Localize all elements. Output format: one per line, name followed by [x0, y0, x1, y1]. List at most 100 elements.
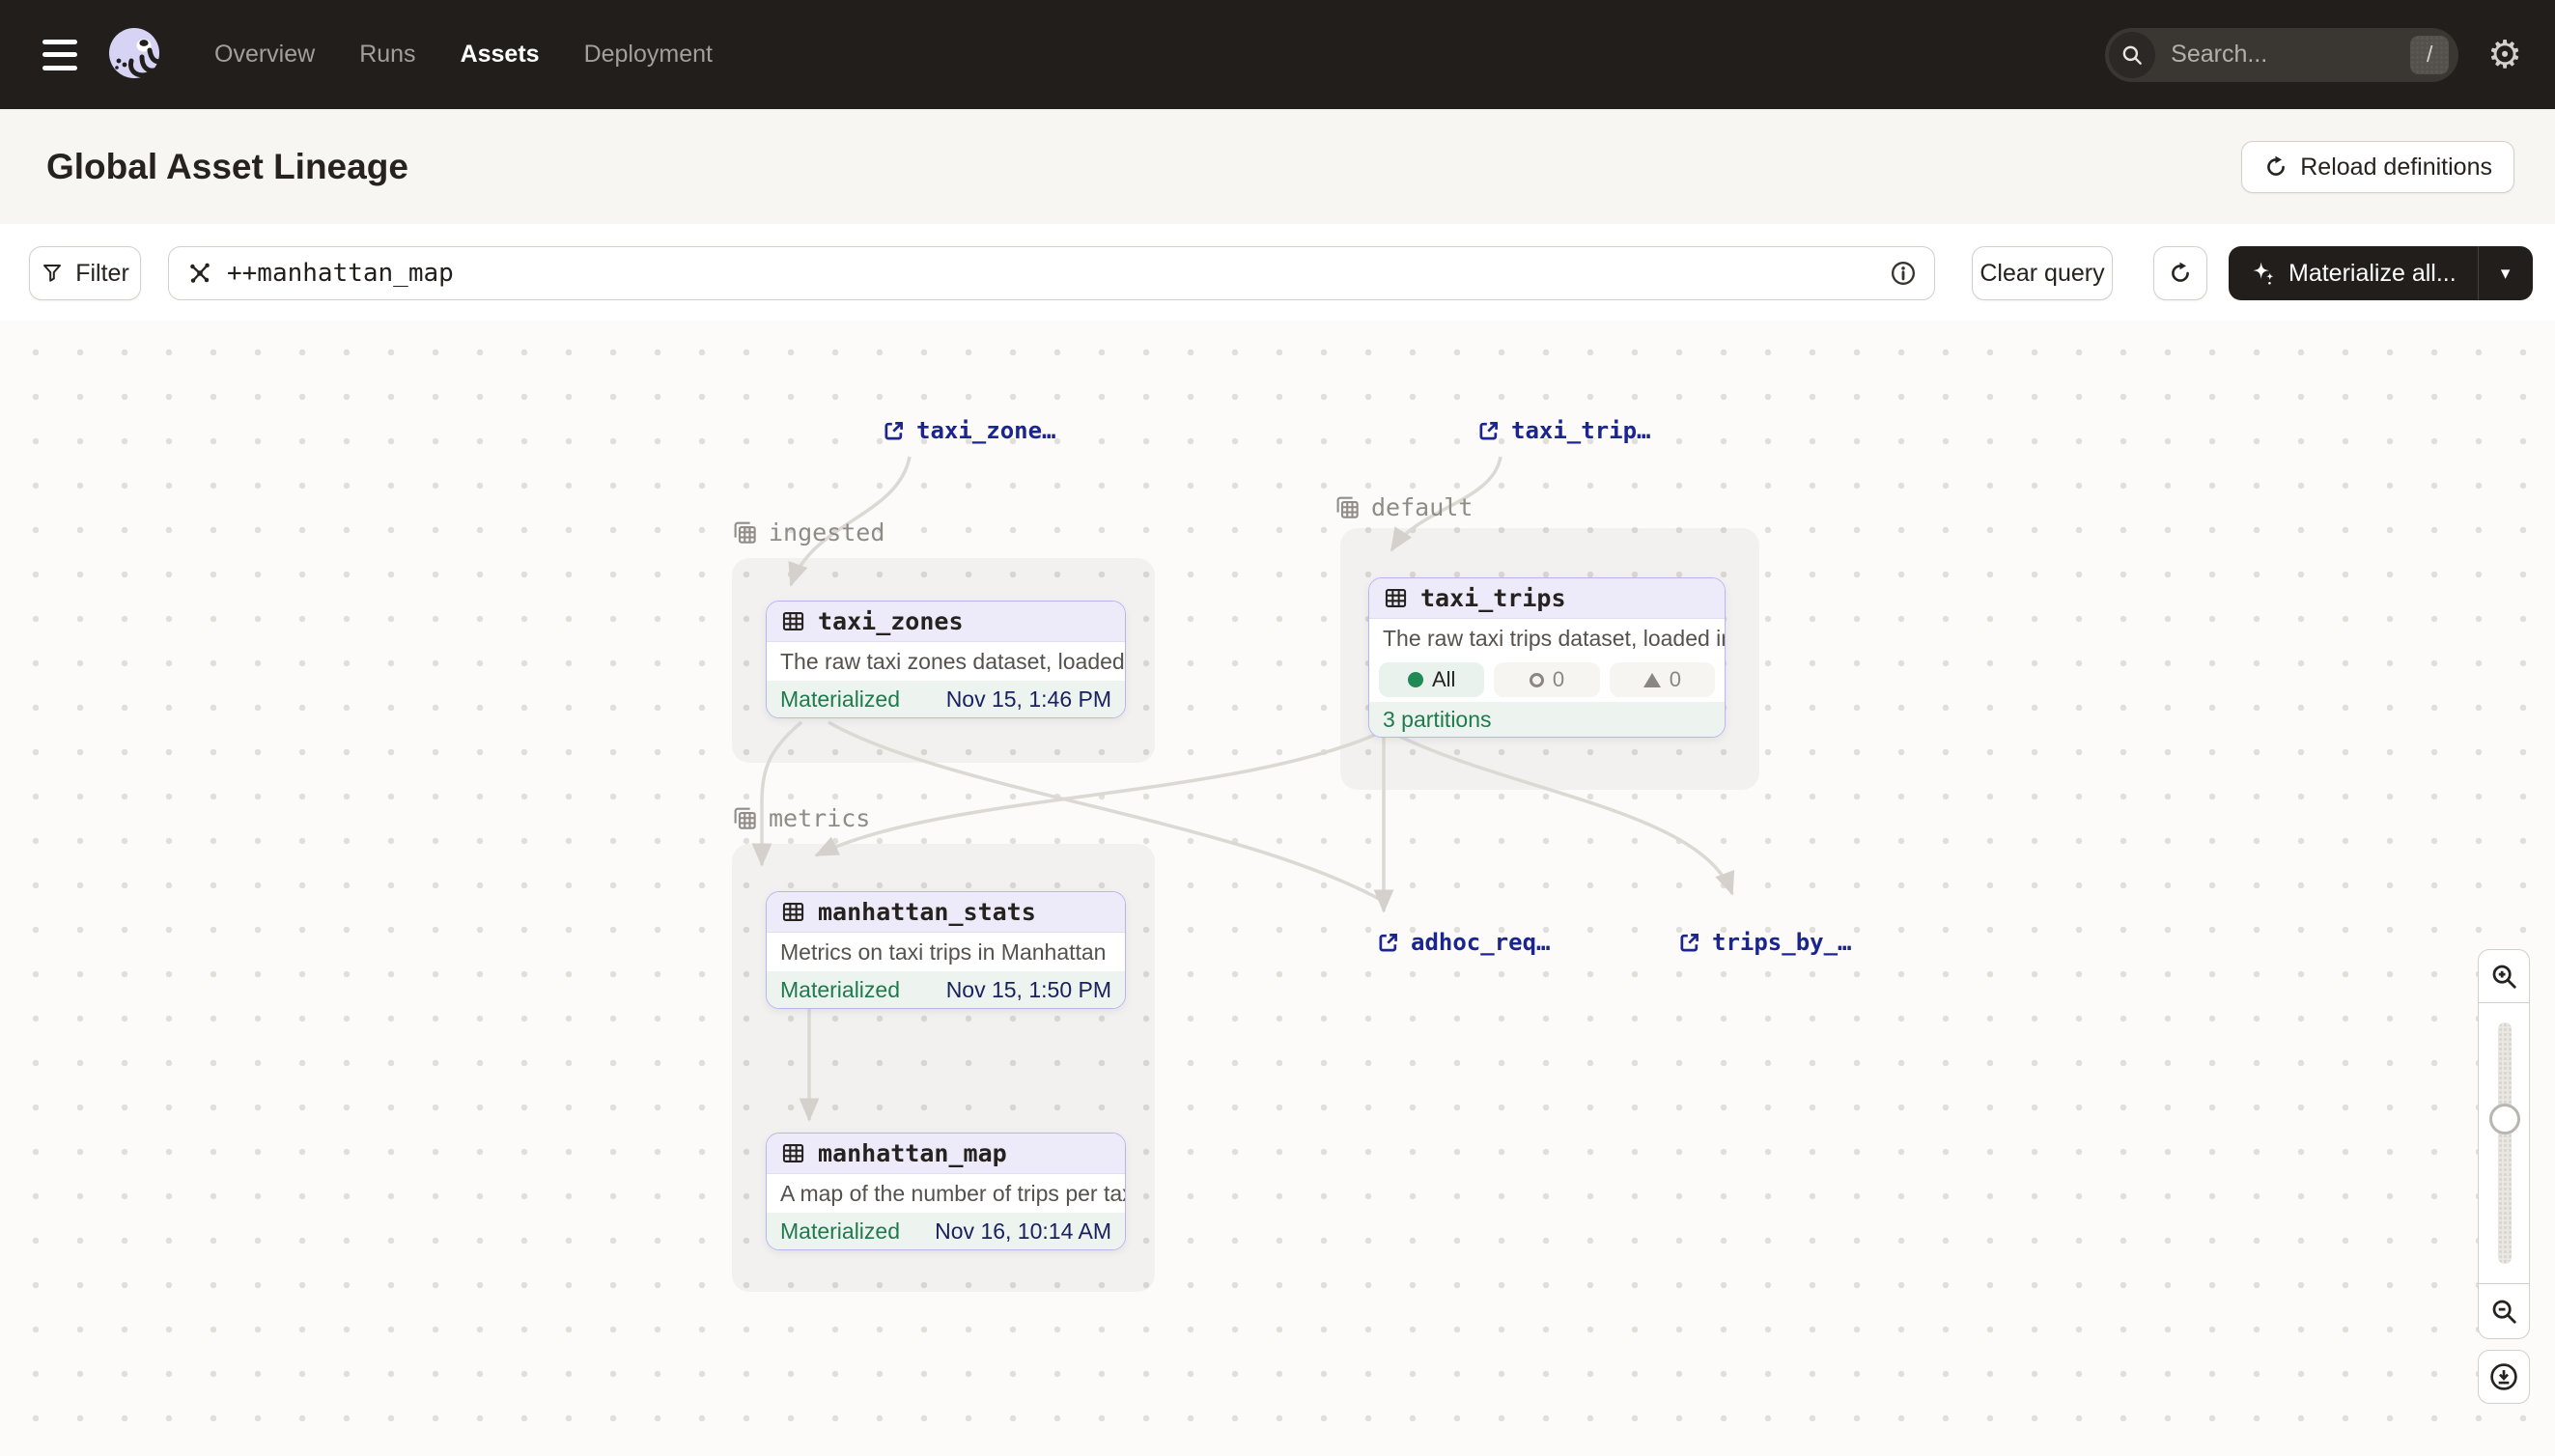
- materialize-all-button[interactable]: Materialize all...: [2229, 246, 2478, 300]
- nav-assets[interactable]: Assets: [461, 41, 540, 69]
- reload-icon: [2263, 154, 2288, 180]
- asset-node-header: manhattan_stats: [767, 892, 1125, 933]
- search-icon: [2109, 32, 2155, 78]
- query-info-icon[interactable]: [1890, 260, 1917, 287]
- materialize-split-button: Materialize all... ▾: [2229, 246, 2533, 300]
- zoom-controls: [2478, 949, 2530, 1339]
- asset-node-taxi-zones[interactable]: taxi_zones The raw taxi zones dataset, l…: [766, 601, 1126, 718]
- group-name: ingested: [769, 518, 884, 546]
- failed-count: 0: [1670, 667, 1681, 692]
- asset-name: manhattan_map: [818, 1139, 1007, 1167]
- external-asset-trips-by-week[interactable]: trips_by_…: [1676, 929, 1852, 956]
- menu-button[interactable]: [42, 40, 77, 70]
- group-label-default[interactable]: default: [1333, 492, 1473, 521]
- search-input[interactable]: Search... /: [2105, 28, 2458, 82]
- reload-definitions-button[interactable]: Reload definitions: [2241, 141, 2514, 193]
- nav-overview[interactable]: Overview: [214, 41, 315, 69]
- asset-description: Metrics on taxi trips in Manhattan: [767, 933, 1125, 971]
- filter-label: Filter: [75, 260, 129, 288]
- asset-description: The raw taxi zones dataset, loaded int..…: [767, 642, 1125, 681]
- asset-node-manhattan-stats[interactable]: manhattan_stats Metrics on taxi trips in…: [766, 891, 1126, 1009]
- asset-node-header: taxi_trips: [1369, 578, 1725, 619]
- zoom-out-icon: [2489, 1297, 2518, 1326]
- table-icon: [780, 608, 806, 634]
- group-name: default: [1371, 493, 1473, 521]
- external-link-icon: [1676, 930, 1702, 956]
- external-asset-label: trips_by_…: [1712, 929, 1852, 956]
- filter-funnel-icon: [41, 262, 64, 285]
- partition-health-row: All 0 0: [1369, 658, 1725, 702]
- group-table-icon: [1333, 492, 1362, 521]
- lineage-canvas[interactable]: ingested default metrics: [0, 321, 2555, 1456]
- zoom-slider-handle[interactable]: [2489, 1104, 2520, 1134]
- page-header: Global Asset Lineage Reload definitions: [0, 109, 2555, 225]
- materialized-count: All: [1432, 667, 1455, 692]
- lineage-edges: [0, 321, 2555, 1456]
- external-link-icon: [1475, 418, 1502, 444]
- lineage-toolbar: Filter ++manhattan_map Clear query: [0, 224, 2555, 322]
- external-asset-taxi-zones-file[interactable]: taxi_zone…: [881, 417, 1056, 444]
- clear-query-button[interactable]: Clear query: [1972, 246, 2113, 300]
- zoom-out-button[interactable]: [2478, 1283, 2530, 1339]
- partitions-failed-pill[interactable]: 0: [1610, 662, 1715, 697]
- refresh-icon: [2168, 261, 2193, 286]
- table-icon: [780, 899, 806, 925]
- asset-query-input[interactable]: ++manhattan_map: [168, 246, 1935, 300]
- asset-footer: Materialized Nov 15, 1:46 PM: [767, 681, 1125, 717]
- external-asset-taxi-trips-file[interactable]: taxi_trip…: [1475, 417, 1651, 444]
- nav-deployment[interactable]: Deployment: [584, 41, 713, 69]
- partitions-footer: 3 partitions: [1369, 702, 1725, 737]
- topbar: Overview Runs Assets Deployment Search..…: [0, 0, 2555, 109]
- page-title: Global Asset Lineage: [46, 147, 408, 187]
- external-asset-label: adhoc_req…: [1411, 929, 1551, 956]
- asset-name: taxi_zones: [818, 607, 964, 635]
- search-placeholder: Search...: [2171, 41, 2267, 69]
- zoom-in-button[interactable]: [2478, 949, 2530, 1003]
- zoom-slider: [2478, 1003, 2530, 1283]
- asset-name: taxi_trips: [1420, 584, 1566, 612]
- sparkle-icon: [2250, 260, 2277, 287]
- partitions-materialized-pill[interactable]: All: [1379, 662, 1484, 697]
- asset-node-manhattan-map[interactable]: manhattan_map A map of the number of tri…: [766, 1133, 1126, 1250]
- group-label-metrics[interactable]: metrics: [730, 803, 870, 832]
- external-asset-label: taxi_trip…: [1511, 417, 1651, 444]
- partitions-missing-pill[interactable]: 0: [1494, 662, 1599, 697]
- external-link-icon: [1375, 930, 1401, 956]
- search-shortcut-badge: /: [2410, 36, 2449, 74]
- materialize-all-label: Materialize all...: [2288, 260, 2457, 288]
- query-value: ++manhattan_map: [227, 259, 454, 288]
- group-table-icon: [730, 803, 759, 832]
- main-nav: Overview Runs Assets Deployment: [214, 41, 713, 69]
- failed-triangle-icon: [1643, 673, 1661, 687]
- zoom-in-icon: [2489, 962, 2518, 991]
- recenter-download-button[interactable]: [2478, 1350, 2530, 1404]
- asset-footer: Materialized Nov 16, 10:14 AM: [767, 1213, 1125, 1249]
- missing-ring-icon: [1530, 673, 1544, 687]
- materialization-timestamp: Nov 15, 1:50 PM: [946, 977, 1111, 1003]
- graph-query-icon: [186, 260, 213, 287]
- materialize-dropdown-caret[interactable]: ▾: [2479, 246, 2533, 300]
- status-badge: Materialized: [780, 686, 900, 713]
- reload-label: Reload definitions: [2300, 154, 2492, 182]
- group-name: metrics: [769, 804, 870, 832]
- asset-node-taxi-trips[interactable]: taxi_trips The raw taxi trips dataset, l…: [1368, 577, 1726, 738]
- external-asset-label: taxi_zone…: [916, 417, 1056, 444]
- external-asset-adhoc-request[interactable]: adhoc_req…: [1375, 929, 1551, 956]
- asset-description: The raw taxi trips dataset, loaded into …: [1369, 619, 1725, 658]
- group-label-ingested[interactable]: ingested: [730, 518, 884, 546]
- missing-count: 0: [1553, 667, 1564, 692]
- table-icon: [1383, 585, 1409, 611]
- filter-button[interactable]: Filter: [29, 246, 141, 300]
- dagster-logo-icon[interactable]: [104, 24, 166, 86]
- zoom-slider-track[interactable]: [2498, 1022, 2512, 1264]
- asset-node-header: manhattan_map: [767, 1134, 1125, 1174]
- clear-query-label: Clear query: [1979, 260, 2104, 288]
- materialized-dot-icon: [1408, 672, 1423, 687]
- refresh-button[interactable]: [2153, 246, 2207, 300]
- table-icon: [780, 1140, 806, 1166]
- asset-node-header: taxi_zones: [767, 602, 1125, 642]
- materialization-timestamp: Nov 16, 10:14 AM: [935, 1218, 1111, 1245]
- nav-runs[interactable]: Runs: [359, 41, 415, 69]
- external-link-icon: [881, 418, 907, 444]
- settings-gear-icon[interactable]: ⚙: [2487, 36, 2522, 74]
